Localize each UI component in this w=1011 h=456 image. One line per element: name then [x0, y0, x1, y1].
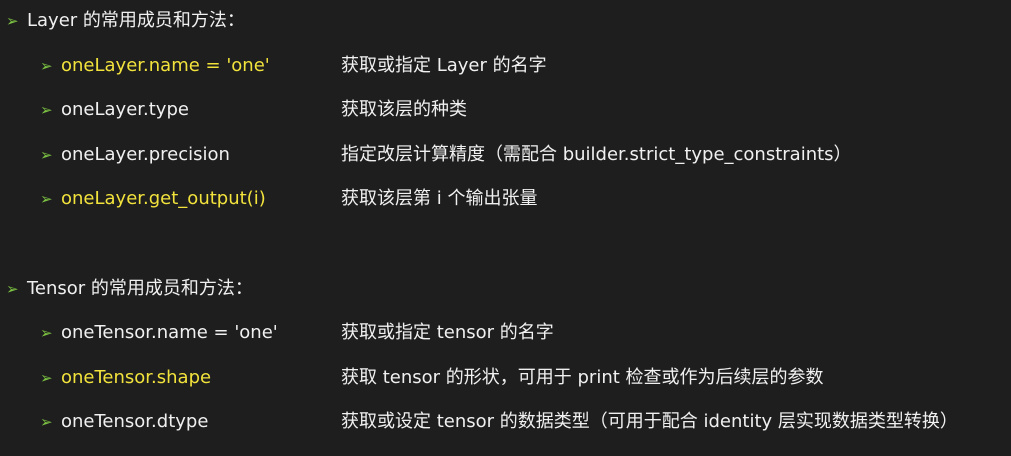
member-code: oneLayer.get_output(i): [61, 188, 266, 209]
member-code: oneLayer.name = 'one': [61, 55, 270, 76]
member-code: oneLayer.type: [61, 99, 189, 120]
arrow-bullet-icon: ➢: [6, 12, 19, 30]
member-description: 获取该层第 i 个输出张量: [341, 188, 538, 209]
member-description: 指定改层计算精度（需配合 builder.strict_type_constra…: [341, 144, 852, 165]
member-description: 获取或指定 Layer 的名字: [341, 55, 547, 76]
list-item: ➢ oneTensor.name = 'one' 获取或指定 tensor 的名…: [40, 321, 554, 345]
list-item: ➢ oneLayer.name = 'one' 获取或指定 Layer 的名字: [40, 54, 547, 78]
member-code: oneTensor.shape: [61, 367, 212, 388]
member-code: oneTensor.dtype: [61, 411, 209, 432]
arrow-bullet-icon: ➢: [40, 190, 53, 208]
section-heading-text: Layer 的常用成员和方法：: [27, 10, 245, 31]
member-description: 获取该层的种类: [341, 99, 467, 120]
member-description: 获取或指定 tensor 的名字: [341, 322, 554, 343]
section-heading-text: Tensor 的常用成员和方法：: [27, 278, 253, 299]
slide: ➢ Layer 的常用成员和方法： ➢ oneLayer.name = 'one…: [0, 0, 1011, 456]
arrow-bullet-icon: ➢: [40, 324, 53, 342]
arrow-bullet-icon: ➢: [40, 369, 53, 387]
member-description: 获取或设定 tensor 的数据类型（可用于配合 identity 层实现数据类…: [341, 411, 958, 432]
arrow-bullet-icon: ➢: [40, 146, 53, 164]
arrow-bullet-icon: ➢: [40, 413, 53, 431]
list-item: ➢ oneTensor.dtype 获取或设定 tensor 的数据类型（可用于…: [40, 410, 958, 434]
list-item: ➢ oneLayer.type 获取该层的种类: [40, 98, 467, 122]
arrow-bullet-icon: ➢: [40, 57, 53, 75]
member-code: oneLayer.precision: [61, 144, 230, 165]
member-description: 获取 tensor 的形状，可用于 print 检查或作为后续层的参数: [341, 367, 824, 388]
layer-section-heading: ➢ Layer 的常用成员和方法：: [6, 9, 245, 33]
list-item: ➢ oneLayer.get_output(i) 获取该层第 i 个输出张量: [40, 187, 537, 211]
list-item: ➢ oneLayer.precision 指定改层计算精度（需配合 builde…: [40, 143, 852, 167]
list-item: ➢ oneTensor.shape 获取 tensor 的形状，可用于 prin…: [40, 366, 824, 390]
arrow-bullet-icon: ➢: [40, 101, 53, 119]
tensor-section-heading: ➢ Tensor 的常用成员和方法：: [6, 277, 253, 301]
member-code: oneTensor.name = 'one': [61, 322, 278, 343]
arrow-bullet-icon: ➢: [6, 280, 19, 298]
